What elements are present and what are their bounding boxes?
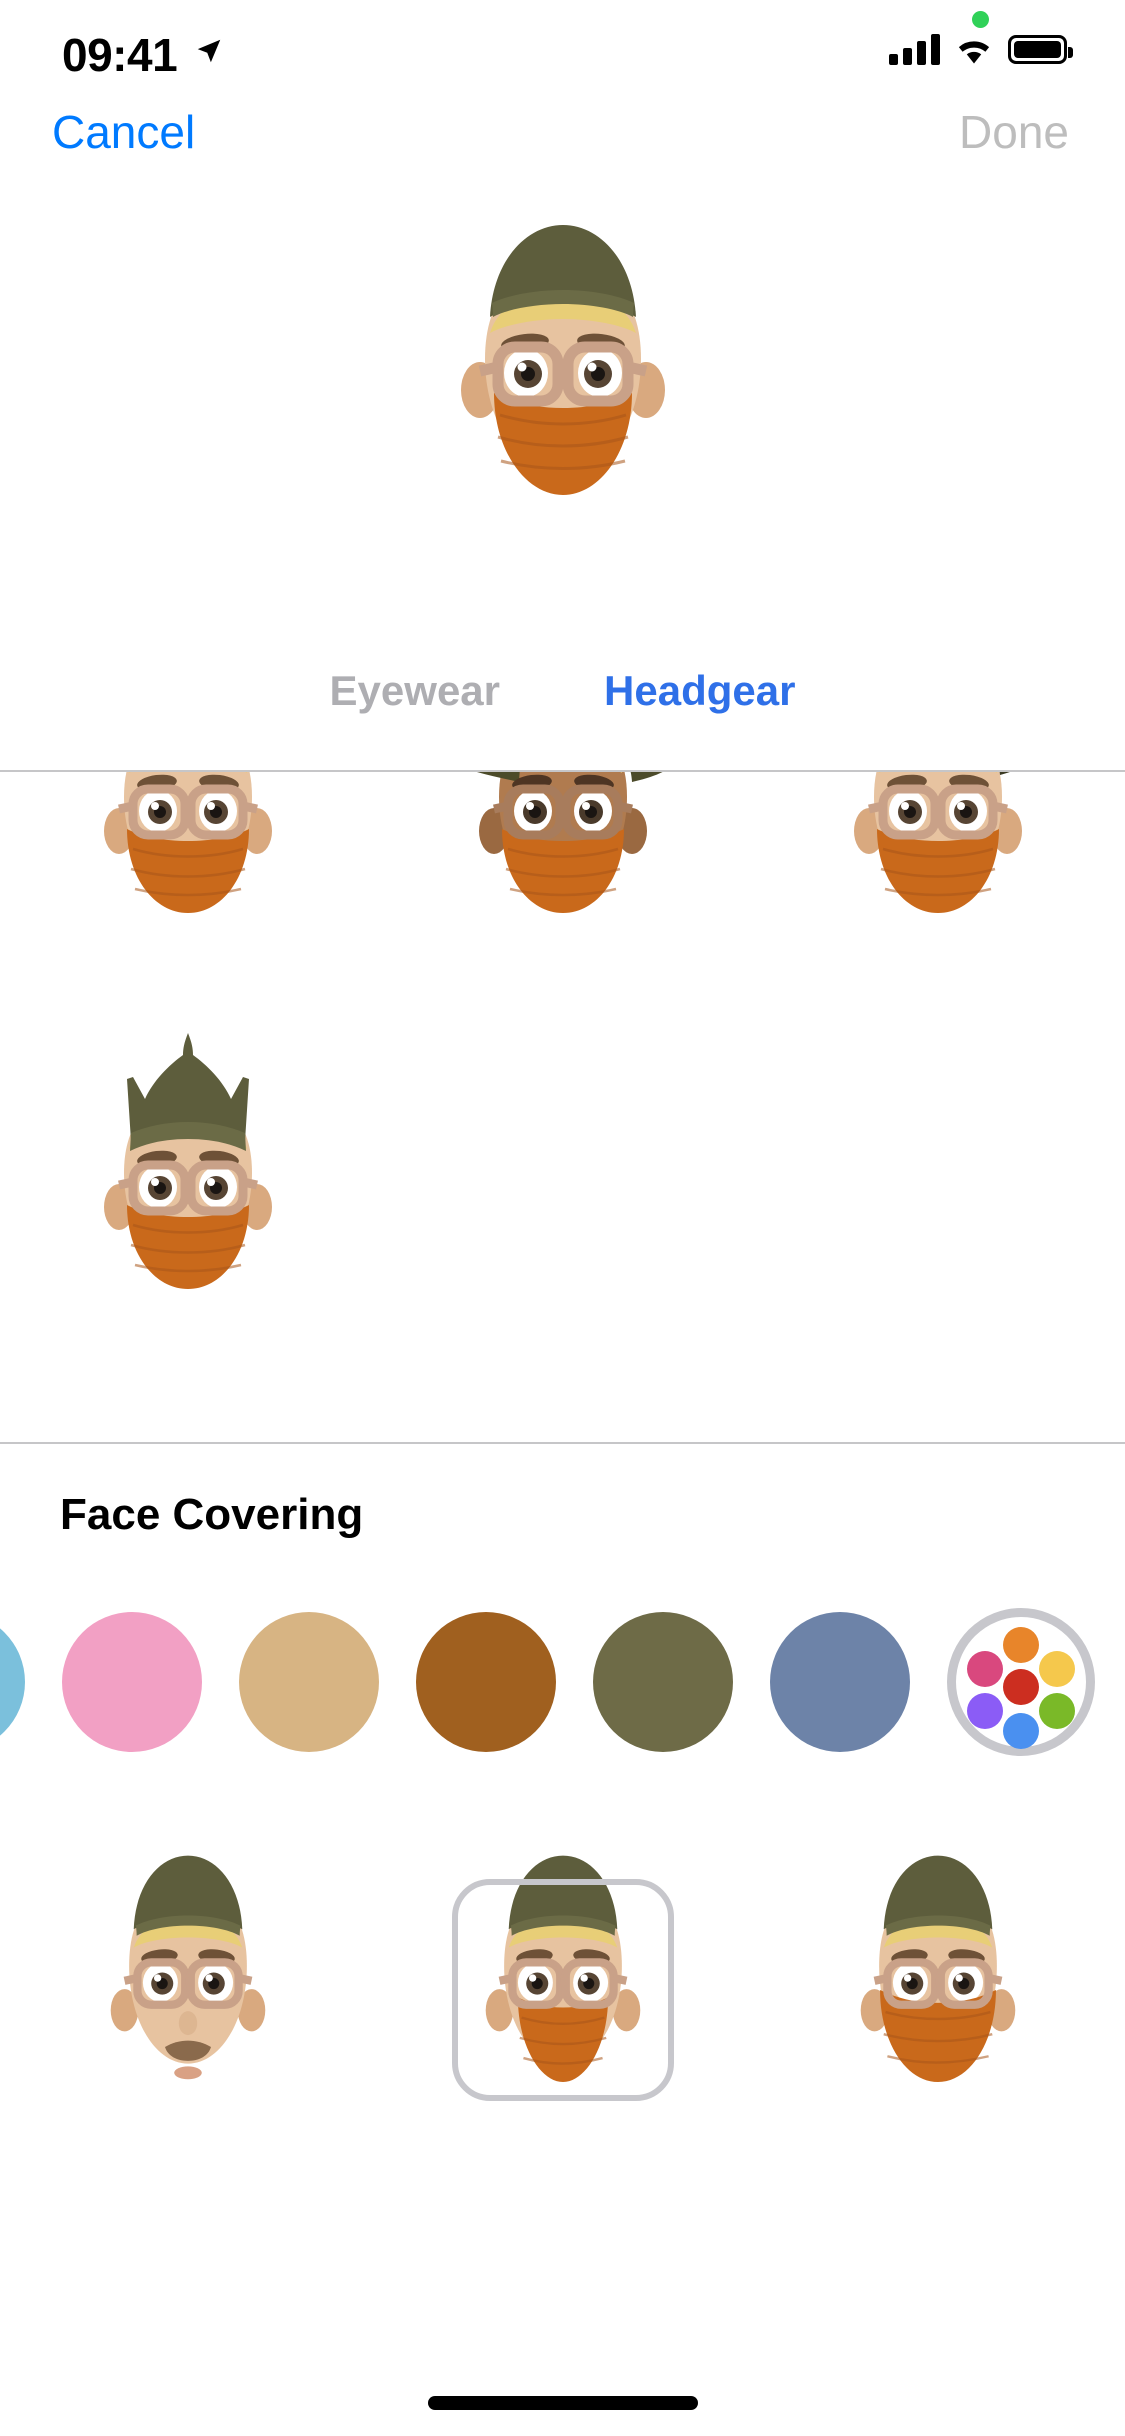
headgear-option-1[interactable] xyxy=(0,772,375,994)
green-privacy-dot-icon xyxy=(972,11,989,28)
swatch-brown[interactable] xyxy=(416,1612,556,1752)
category-tabs: Eyewear Headgear xyxy=(0,655,1125,727)
headgear-option-3[interactable] xyxy=(750,772,1125,994)
signal-bars-icon xyxy=(889,33,940,65)
done-button[interactable]: Done xyxy=(959,96,1069,168)
picker-dot-orange xyxy=(1003,1627,1039,1663)
headgear-grid xyxy=(0,772,1125,1340)
headgear-grid-scroll[interactable] xyxy=(0,772,1125,1440)
picker-dot-pink xyxy=(967,1651,1003,1687)
navigation-bar: Cancel Done xyxy=(0,96,1125,168)
divider-middle xyxy=(0,1442,1125,1444)
swatch-slate-blue[interactable] xyxy=(770,1612,910,1752)
face-covering-none[interactable] xyxy=(0,1790,375,2190)
face-covering-title: Face Covering xyxy=(60,1490,364,1539)
multicolor-picker[interactable] xyxy=(947,1608,1095,1756)
home-indicator[interactable] xyxy=(427,2396,698,2410)
picker-dot-purple xyxy=(967,1693,1003,1729)
face-covering-options xyxy=(0,1790,1125,2190)
swatch-tan[interactable] xyxy=(239,1612,379,1752)
picker-dot-blue xyxy=(1003,1713,1039,1749)
swatch-pink[interactable] xyxy=(62,1612,202,1752)
location-arrow-icon xyxy=(194,36,224,71)
face-covering-color-swatches[interactable] xyxy=(0,1608,1125,1756)
picker-dot-green xyxy=(1039,1693,1075,1729)
battery-full-icon xyxy=(1008,34,1073,64)
swatch-light-blue[interactable] xyxy=(0,1612,25,1752)
swatch-olive[interactable] xyxy=(593,1612,733,1752)
face-covering-cloth[interactable] xyxy=(375,1790,750,2190)
headgear-option-4[interactable] xyxy=(0,1010,375,1340)
face-covering-wide[interactable] xyxy=(750,1790,1125,2190)
status-bar-icons xyxy=(889,33,1073,65)
cancel-button[interactable]: Cancel xyxy=(52,96,195,168)
tab-eyewear[interactable]: Eyewear xyxy=(330,655,500,727)
status-bar-time: 09:41 xyxy=(62,29,178,81)
picker-dot-yellow xyxy=(1039,1651,1075,1687)
picker-dot-red xyxy=(1003,1669,1039,1705)
memoji-preview xyxy=(408,215,718,550)
tab-headgear[interactable]: Headgear xyxy=(604,655,795,727)
headgear-option-2[interactable] xyxy=(375,772,750,994)
status-bar: 09:41 xyxy=(0,0,1125,105)
memoji-editor-screen: 09:41 Cancel Done Eyewear Headgear Face … xyxy=(0,0,1125,2436)
wifi-icon xyxy=(958,40,990,63)
